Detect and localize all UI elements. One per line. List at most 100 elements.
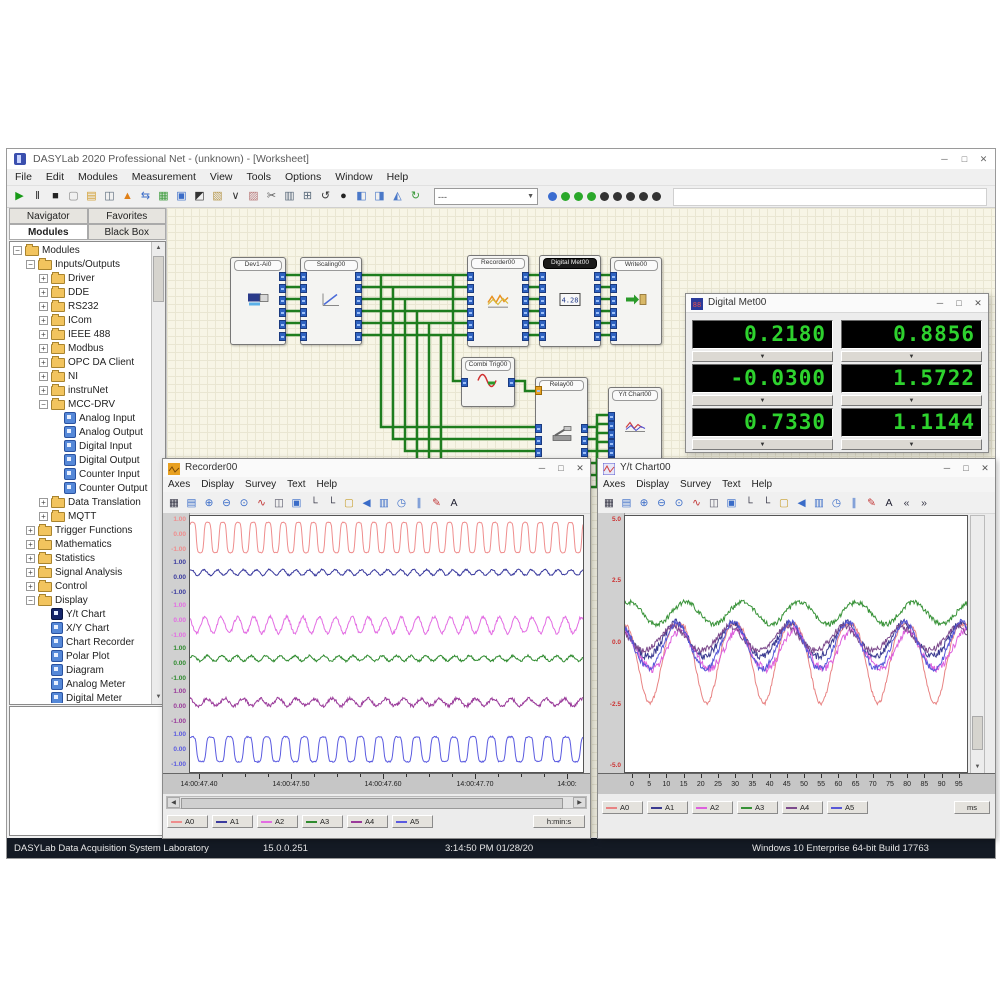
tree-item-driver[interactable]: +Driver xyxy=(11,271,151,285)
layout-icon[interactable]: ▦ xyxy=(167,496,181,510)
cursor-wave-icon[interactable]: ∿ xyxy=(690,496,704,510)
menu-help[interactable]: Help xyxy=(387,171,409,183)
open-worksheet-icon[interactable]: ▤ xyxy=(84,189,99,204)
expand-icon[interactable]: + xyxy=(39,372,48,381)
meter-dropdown-button[interactable]: ▼ xyxy=(841,351,982,362)
scrollbar-thumb[interactable] xyxy=(153,256,164,302)
save-icon[interactable]: ◫ xyxy=(707,496,721,510)
block-recorder00[interactable]: Recorder00 xyxy=(467,255,529,347)
legend-button-a2[interactable]: A2 xyxy=(257,815,298,828)
menu-help[interactable]: Help xyxy=(317,479,338,490)
tree-item-mqtt[interactable]: +MQTT xyxy=(11,509,151,523)
tree-item-display[interactable]: −Display xyxy=(11,593,151,607)
output-port[interactable] xyxy=(355,320,362,329)
meter-dropdown-button[interactable]: ▼ xyxy=(841,395,982,406)
input-port[interactable] xyxy=(610,272,617,281)
legend-button-a4[interactable]: A4 xyxy=(782,801,823,814)
menu-window[interactable]: Window xyxy=(335,171,372,183)
menu-axes[interactable]: Axes xyxy=(168,479,190,490)
menu-tools[interactable]: Tools xyxy=(247,171,272,183)
output-port[interactable] xyxy=(279,332,286,341)
display-options-icon[interactable]: ▣ xyxy=(725,496,739,510)
input-port[interactable] xyxy=(608,430,615,439)
close-button[interactable]: ✕ xyxy=(970,296,986,310)
minimize-button[interactable]: ─ xyxy=(932,296,948,310)
tree-item-diagram[interactable]: Diagram xyxy=(11,663,151,677)
blue-frame-icon[interactable]: ▣ xyxy=(174,189,189,204)
layout-icon[interactable]: ▦ xyxy=(602,496,616,510)
output-port[interactable] xyxy=(355,296,362,305)
output-port[interactable] xyxy=(279,296,286,305)
input-port[interactable] xyxy=(610,296,617,305)
close-button[interactable]: ✕ xyxy=(975,152,992,166)
scroll-up-icon[interactable]: ▲ xyxy=(152,242,165,255)
legend-button-a2[interactable]: A2 xyxy=(692,801,733,814)
legend-button-a3[interactable]: A3 xyxy=(737,801,778,814)
meter-dropdown-button[interactable]: ▼ xyxy=(841,439,982,450)
tab-navigator[interactable]: Navigator xyxy=(9,208,88,224)
start-icon[interactable]: ▶ xyxy=(12,189,27,204)
tab-favorites[interactable]: Favorites xyxy=(88,208,167,224)
input-port[interactable] xyxy=(539,308,546,317)
menu-measurement[interactable]: Measurement xyxy=(132,171,196,183)
tree-item-data-translation[interactable]: +Data Translation xyxy=(11,495,151,509)
menu-modules[interactable]: Modules xyxy=(78,171,118,183)
legend-button-a3[interactable]: A3 xyxy=(302,815,343,828)
output-port[interactable] xyxy=(355,308,362,317)
tree-item-statistics[interactable]: +Statistics xyxy=(11,551,151,565)
tree-item-chart-recorder[interactable]: Chart Recorder xyxy=(11,635,151,649)
output-port[interactable] xyxy=(594,320,601,329)
input-port[interactable] xyxy=(467,296,474,305)
zoom-out-icon[interactable]: ⊖ xyxy=(220,496,234,510)
zoom-reset-icon[interactable]: ⊙ xyxy=(672,496,686,510)
legend-button-a0[interactable]: A0 xyxy=(602,801,643,814)
output-port[interactable] xyxy=(522,308,529,317)
tree-item-digital-input[interactable]: Digital Input xyxy=(11,439,151,453)
input-port[interactable] xyxy=(467,284,474,293)
menu-file[interactable]: File xyxy=(15,171,32,183)
bars-icon[interactable]: ∥ xyxy=(847,496,861,510)
output-port[interactable] xyxy=(594,296,601,305)
undo-icon[interactable]: ↺ xyxy=(318,189,333,204)
block-digital-met00[interactable]: Digital Met004.28 xyxy=(539,255,601,347)
output-port[interactable] xyxy=(522,272,529,281)
input-port[interactable] xyxy=(539,332,546,341)
cursor-wave-icon[interactable]: ∿ xyxy=(255,496,269,510)
background-icon[interactable]: ▢ xyxy=(342,496,356,510)
pointer-icon[interactable]: ◀ xyxy=(795,496,809,510)
input-port[interactable] xyxy=(610,320,617,329)
tree-item-mcc-drv[interactable]: −MCC-DRV xyxy=(11,397,151,411)
output-port[interactable] xyxy=(279,308,286,317)
expand-icon[interactable]: + xyxy=(39,316,48,325)
brush-icon[interactable]: ✎ xyxy=(430,496,444,510)
zoom-in-icon[interactable]: ⊕ xyxy=(637,496,651,510)
expand-icon[interactable]: + xyxy=(39,302,48,311)
legend-button-a4[interactable]: A4 xyxy=(347,815,388,828)
pause-icon[interactable]: ‖ xyxy=(30,189,45,204)
green-module-icon[interactable]: ▦ xyxy=(156,189,171,204)
paste-icon[interactable]: ⊞ xyxy=(300,189,315,204)
input-port[interactable] xyxy=(461,378,468,387)
layer-combo[interactable]: ---▼ xyxy=(434,188,538,205)
expand-icon[interactable]: + xyxy=(39,344,48,353)
output-port[interactable] xyxy=(522,284,529,293)
menu-display[interactable]: Display xyxy=(201,479,234,490)
output-port[interactable] xyxy=(355,272,362,281)
tree-item-opc-da-client[interactable]: +OPC DA Client xyxy=(11,355,151,369)
scrollbar-thumb[interactable] xyxy=(181,798,563,809)
menu-view[interactable]: View xyxy=(210,171,233,183)
window-grid-icon[interactable]: ▥ xyxy=(377,496,391,510)
output-port[interactable] xyxy=(594,284,601,293)
tree-item-modbus[interactable]: +Modbus xyxy=(11,341,151,355)
tree-item-control[interactable]: +Control xyxy=(11,579,151,593)
expand-icon[interactable]: + xyxy=(39,512,48,521)
align-icon[interactable]: ◭ xyxy=(390,189,405,204)
output-port[interactable] xyxy=(581,448,588,457)
legend-button-a1[interactable]: A1 xyxy=(647,801,688,814)
legend-button-a1[interactable]: A1 xyxy=(212,815,253,828)
block-write00[interactable]: Write00 xyxy=(610,257,662,345)
save-worksheet-icon[interactable]: ◫ xyxy=(102,189,117,204)
grid-icon[interactable]: ▤ xyxy=(620,496,634,510)
tree-item-counter-input[interactable]: Counter Input xyxy=(11,467,151,481)
eraser-icon[interactable]: ▨ xyxy=(246,189,261,204)
